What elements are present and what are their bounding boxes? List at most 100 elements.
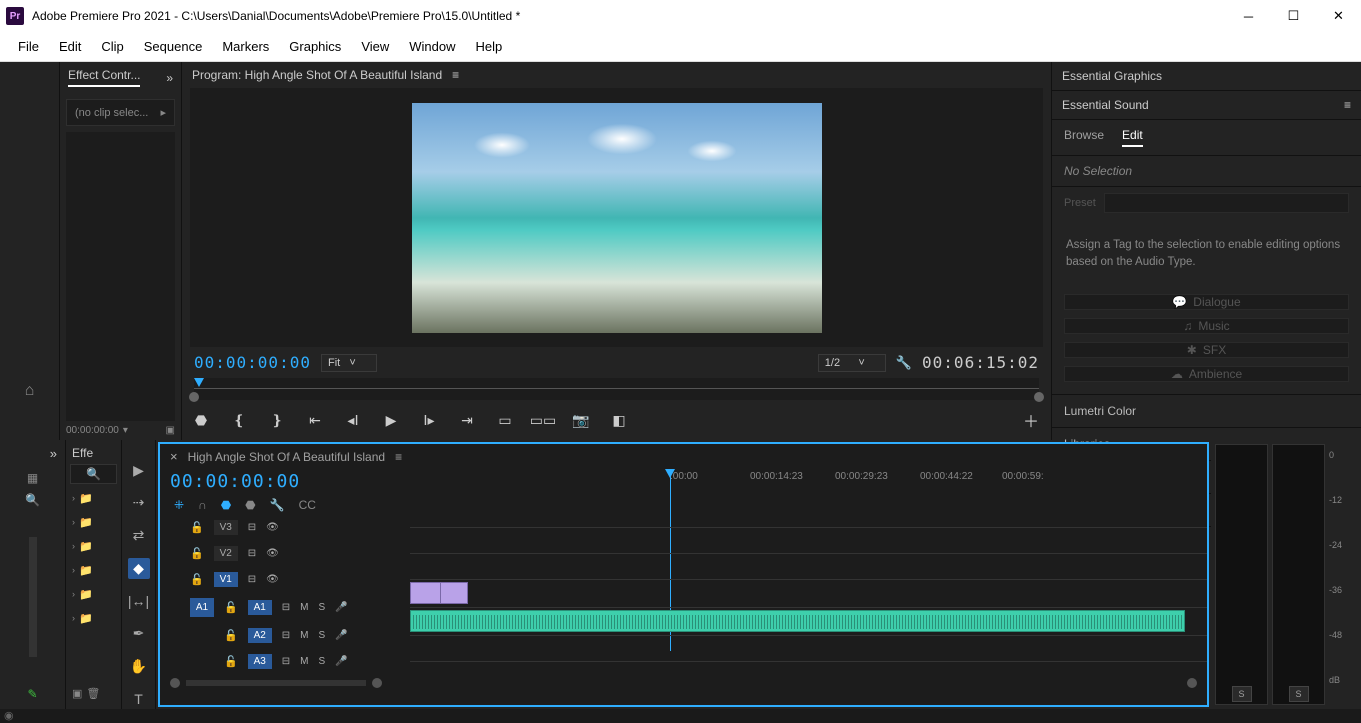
new-bin-icon[interactable]: ▣ [166, 425, 175, 436]
effects-folder-row[interactable]: ›📁 [68, 582, 119, 606]
type-tool-icon[interactable]: T [128, 688, 150, 709]
search-icon[interactable]: 🔍 [4, 489, 61, 511]
video-track-v2[interactable]: 🔓V2⊟👁 [160, 540, 1207, 566]
step-back-icon[interactable]: ◂Ⅰ [346, 413, 360, 427]
sync-lock-icon[interactable]: ⊟ [248, 522, 256, 533]
panel-overflow-icon[interactable]: » [166, 71, 173, 85]
eye-icon[interactable]: 👁 [266, 574, 279, 585]
track-name[interactable]: A1 [248, 600, 272, 615]
panel-menu-icon[interactable]: ≡ [452, 68, 459, 82]
voiceover-icon[interactable]: 🎤 [335, 630, 347, 641]
es-edit-tab[interactable]: Edit [1122, 128, 1143, 147]
wrench-icon[interactable]: 🔧 [270, 498, 285, 512]
essential-graphics-tab[interactable]: Essential Graphics [1062, 69, 1162, 83]
program-current-timecode[interactable]: 00:00:00:00 [194, 353, 311, 372]
home-icon[interactable]: ⌂ [25, 382, 35, 400]
menu-graphics[interactable]: Graphics [279, 35, 351, 58]
solo-button[interactable]: S [318, 656, 325, 667]
voiceover-icon[interactable]: 🎤 [335, 602, 347, 613]
effects-folder-row[interactable]: ›📁 [68, 534, 119, 558]
lock-icon[interactable]: 🔓 [224, 629, 238, 642]
step-forward-icon[interactable]: Ⅰ▸ [422, 413, 436, 427]
linked-selection-icon[interactable]: ∩ [198, 498, 207, 512]
effect-controls-timecode[interactable]: 00:00:00:00 [66, 425, 119, 436]
menu-view[interactable]: View [351, 35, 399, 58]
effect-controls-tab[interactable]: Effect Contr... [68, 68, 140, 87]
preset-dropdown[interactable] [1104, 193, 1349, 213]
effects-folder-row[interactable]: ›📁 [68, 558, 119, 582]
close-button[interactable]: ✕ [1316, 0, 1361, 32]
new-item-icon[interactable]: ✎ [4, 683, 61, 705]
source-patch[interactable]: A1 [190, 598, 214, 617]
sync-lock-icon[interactable]: ⊟ [282, 602, 290, 613]
lift-icon[interactable]: ▭ [498, 413, 512, 427]
maximize-button[interactable]: ☐ [1271, 0, 1316, 32]
snap-icon[interactable]: ⁜ [174, 498, 184, 512]
lock-icon[interactable]: 🔓 [190, 547, 204, 560]
lock-icon[interactable]: 🔓 [224, 655, 238, 668]
mark-in-icon[interactable]: ❴ [232, 413, 246, 427]
effects-folder-row[interactable]: ›📁 [68, 606, 119, 630]
voiceover-icon[interactable]: 🎤 [335, 656, 347, 667]
ambience-button[interactable]: ☁Ambience [1064, 366, 1349, 382]
program-tab-label[interactable]: Program: High Angle Shot Of A Beautiful … [192, 68, 442, 82]
menu-window[interactable]: Window [399, 35, 465, 58]
audio-track-a3[interactable]: 🔓A3⊟MS🎤 [160, 648, 1207, 674]
timeline-ruler[interactable]: :00:00 00:00:14:23 00:00:29:23 00:00:44:… [670, 471, 1197, 495]
panel-menu-icon[interactable]: ≡ [395, 450, 402, 464]
audio-clip[interactable] [410, 610, 1185, 632]
new-bin-icon[interactable]: ▣ [72, 687, 82, 700]
go-to-out-icon[interactable]: ⇥ [460, 413, 474, 427]
playhead-chevron-icon[interactable]: ▾ [123, 425, 128, 436]
track-name[interactable]: V2 [214, 546, 238, 561]
video-track-v1[interactable]: 🔓V1⊟👁 [160, 566, 1207, 592]
lumetri-color-tab[interactable]: Lumetri Color [1052, 394, 1361, 427]
trash-icon[interactable]: 🗑 [86, 687, 100, 700]
solo-button[interactable]: S [318, 630, 325, 641]
lock-icon[interactable]: 🔓 [224, 601, 238, 614]
menu-file[interactable]: File [8, 35, 49, 58]
program-time-ruler[interactable] [194, 378, 1039, 400]
panel-menu-icon[interactable]: ≡ [1344, 98, 1351, 112]
audio-track-a1[interactable]: A1🔓A1⊟MS🎤 [160, 592, 1207, 622]
menu-edit[interactable]: Edit [49, 35, 91, 58]
eye-icon[interactable]: 👁 [266, 522, 279, 533]
timeline-current-timecode[interactable]: 00:00:00:00 [170, 471, 420, 492]
selection-tool-icon[interactable]: ▶ [128, 460, 150, 481]
add-marker-icon[interactable]: ⬣ [221, 498, 231, 512]
timeline-settings-icon[interactable]: ⬣ [245, 498, 255, 512]
play-button-icon[interactable]: ▶ [384, 413, 398, 427]
mute-button[interactable]: M [300, 630, 308, 641]
effects-tab-label[interactable]: Effe [68, 444, 119, 462]
button-editor-icon[interactable]: ＋ [1023, 408, 1039, 432]
go-to-in-icon[interactable]: ⇤ [308, 413, 322, 427]
audio-meter-left[interactable]: S [1215, 444, 1268, 705]
cc-sync-icon[interactable]: ◉ [4, 709, 18, 723]
menu-help[interactable]: Help [466, 35, 513, 58]
effects-folder-row[interactable]: ›📁 [68, 486, 119, 510]
freeform-view-icon[interactable]: ▦ [4, 467, 61, 489]
menu-markers[interactable]: Markers [212, 35, 279, 58]
lock-icon[interactable]: 🔓 [190, 521, 204, 534]
track-select-tool-icon[interactable]: ⇢ [128, 493, 150, 514]
track-name[interactable]: V3 [214, 520, 238, 535]
sync-lock-icon[interactable]: ⊟ [248, 574, 256, 585]
mute-button[interactable]: M [300, 602, 308, 613]
slip-tool-icon[interactable]: |↔| [128, 591, 150, 612]
mark-out-icon[interactable]: ❵ [270, 413, 284, 427]
video-track-v3[interactable]: 🔓 V3 ⊟ 👁 [160, 514, 1207, 540]
essential-sound-tab[interactable]: Essential Sound [1062, 98, 1149, 112]
lock-icon[interactable]: 🔓 [190, 573, 204, 586]
timeline-zoom-scroll[interactable] [160, 674, 1207, 692]
video-clip[interactable] [440, 582, 468, 604]
solo-left-button[interactable]: S [1232, 686, 1252, 702]
panel-overflow-icon[interactable]: » [4, 444, 61, 467]
settings-wrench-icon[interactable]: 🔧 [896, 355, 912, 371]
hand-tool-icon[interactable]: ✋ [128, 656, 150, 677]
menu-sequence[interactable]: Sequence [134, 35, 213, 58]
es-browse-tab[interactable]: Browse [1064, 128, 1104, 147]
audio-meter-right[interactable]: S [1272, 444, 1325, 705]
solo-right-button[interactable]: S [1289, 686, 1309, 702]
dialogue-button[interactable]: 💬Dialogue [1064, 294, 1349, 310]
music-button[interactable]: ♫Music [1064, 318, 1349, 334]
